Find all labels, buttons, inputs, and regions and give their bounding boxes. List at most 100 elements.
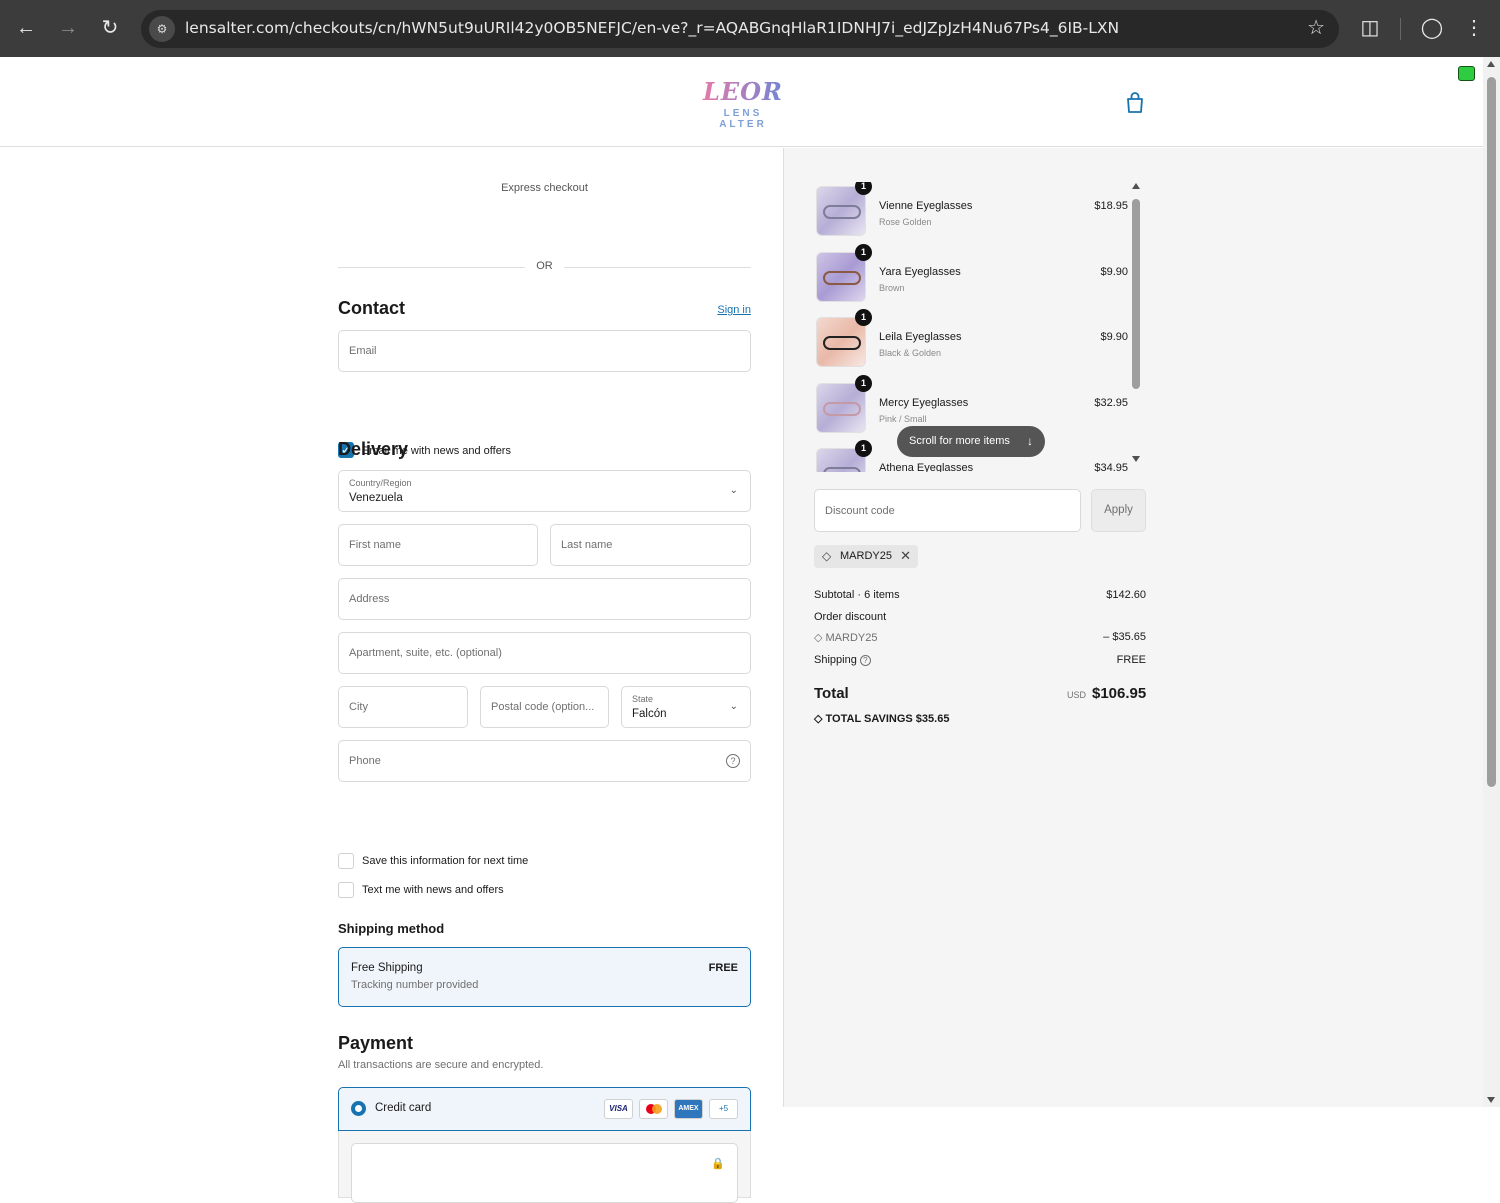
help-icon[interactable]: ? bbox=[726, 754, 740, 768]
cart-item: 1 Vienne Eyeglasses Rose Golden $18.95 bbox=[814, 182, 1128, 238]
cart-scroll-thumb[interactable] bbox=[1132, 199, 1140, 389]
currency-label: USD bbox=[1067, 690, 1087, 700]
quantity-badge: 1 bbox=[855, 309, 872, 326]
card-details-panel: 🔒 bbox=[338, 1131, 751, 1203]
arrow-down-icon: ↓ bbox=[1027, 434, 1033, 448]
address-bar[interactable]: ⚙ lensalter.com/checkouts/cn/hWN5ut9uURI… bbox=[141, 10, 1339, 48]
scroll-down-arrow[interactable] bbox=[1487, 1097, 1495, 1103]
tag-icon: ◇ bbox=[814, 632, 826, 644]
kebab-menu-icon[interactable]: ⋮ bbox=[1460, 14, 1488, 42]
quantity-badge: 1 bbox=[855, 440, 872, 457]
chevron-down-icon: ⌄ bbox=[729, 485, 738, 496]
country-label: Country/Region bbox=[349, 478, 412, 488]
item-variant: Black & Golden bbox=[879, 348, 942, 358]
discount-value: – $35.65 bbox=[1103, 631, 1146, 643]
checkout-page: LEOR LENS ALTER Express checkout OR Cont… bbox=[0, 57, 1483, 1203]
help-icon[interactable]: ? bbox=[859, 655, 871, 666]
postal-code-field[interactable]: Postal code (option... bbox=[480, 686, 609, 728]
cart-item: 1 Yara Eyeglasses Brown $9.90 bbox=[814, 244, 1128, 304]
scroll-for-more-button[interactable]: Scroll for more items ↓ bbox=[897, 426, 1045, 457]
savings-label: TOTAL SAVINGS bbox=[825, 713, 913, 725]
toolbar-divider bbox=[1400, 18, 1401, 40]
item-name: Yara Eyeglasses bbox=[879, 266, 961, 278]
puzzle-icon[interactable]: ◫ bbox=[1356, 14, 1384, 42]
item-name: Mercy Eyeglasses bbox=[879, 397, 969, 409]
scroll-up-arrow[interactable] bbox=[1487, 61, 1495, 67]
order-discount-label: Order discount bbox=[814, 611, 887, 623]
last-name-field[interactable]: Last name bbox=[550, 524, 751, 566]
item-name: Athena Eyeglasses bbox=[879, 462, 974, 472]
savings-value: $35.65 bbox=[915, 713, 950, 725]
save-info-checkbox[interactable] bbox=[338, 853, 354, 869]
page-scrollbar[interactable] bbox=[1483, 57, 1500, 1107]
scroll-up-arrow[interactable] bbox=[1132, 183, 1140, 189]
scroll-hint-label: Scroll for more items bbox=[909, 435, 1010, 447]
reload-icon[interactable]: ↻ bbox=[96, 14, 124, 42]
state-label: State bbox=[632, 694, 654, 704]
item-name: Leila Eyeglasses bbox=[879, 331, 962, 343]
card-number-field[interactable]: 🔒 bbox=[351, 1143, 738, 1203]
delivery-heading: Delivery bbox=[338, 439, 409, 459]
credit-card-label: Credit card bbox=[375, 1102, 432, 1114]
first-name-field[interactable]: First name bbox=[338, 524, 538, 566]
close-icon[interactable]: ✕ bbox=[900, 548, 911, 564]
forward-icon[interactable]: → bbox=[54, 14, 82, 42]
discount-code-placeholder: Discount code bbox=[825, 505, 895, 517]
country-select[interactable]: Country/Region Venezuela ⌄ bbox=[338, 470, 751, 512]
item-price: $34.95 bbox=[1094, 462, 1128, 472]
quantity-badge: 1 bbox=[855, 182, 872, 195]
phone-placeholder: Phone bbox=[349, 755, 381, 767]
star-icon[interactable]: ☆ bbox=[1307, 15, 1325, 40]
extension-status-indicator bbox=[1458, 66, 1475, 81]
url-text[interactable]: lensalter.com/checkouts/cn/hWN5ut9uURIl4… bbox=[185, 19, 1119, 37]
discount-code-field[interactable]: Discount code bbox=[814, 489, 1081, 532]
shopping-bag-icon[interactable] bbox=[1124, 91, 1146, 115]
cart-scrollbar[interactable] bbox=[1130, 180, 1143, 470]
shipping-option-price: FREE bbox=[708, 962, 738, 974]
shipping-label-line: Shipping ? bbox=[814, 654, 871, 666]
discount-code-line: ◇ MARDY25 bbox=[814, 631, 877, 644]
mastercard-icon bbox=[639, 1099, 668, 1119]
sign-in-link[interactable]: Sign in bbox=[717, 304, 751, 316]
payment-option-credit-card[interactable]: Credit card VISA AMEX +5 bbox=[338, 1087, 751, 1131]
scroll-down-arrow[interactable] bbox=[1132, 456, 1140, 462]
logo[interactable]: LEOR LENS ALTER bbox=[700, 77, 786, 130]
state-select[interactable]: State Falcón ⌄ bbox=[621, 686, 751, 728]
discount-code-text: MARDY25 bbox=[825, 632, 878, 644]
email-placeholder: Email bbox=[349, 345, 377, 357]
text-me-checkbox[interactable] bbox=[338, 882, 354, 898]
country-value: Venezuela bbox=[349, 492, 403, 504]
profile-icon[interactable]: ◯ bbox=[1418, 14, 1446, 42]
quantity-badge: 1 bbox=[855, 375, 872, 392]
payment-security-note: All transactions are secure and encrypte… bbox=[338, 1059, 544, 1071]
item-price: $9.90 bbox=[1100, 266, 1128, 278]
site-info-icon[interactable]: ⚙ bbox=[149, 16, 175, 42]
site-header: LEOR LENS ALTER bbox=[0, 57, 1483, 147]
payment-heading: Payment bbox=[338, 1033, 414, 1053]
item-price: $18.95 bbox=[1094, 200, 1128, 212]
divider-line-right bbox=[564, 267, 751, 268]
shipping-option-free[interactable]: Free Shipping Tracking number provided F… bbox=[338, 947, 751, 1007]
quantity-badge: 1 bbox=[855, 244, 872, 261]
total-savings: ◇ TOTAL SAVINGS $35.65 bbox=[814, 712, 949, 725]
address-field[interactable]: Address bbox=[338, 578, 751, 620]
state-value: Falcón bbox=[632, 708, 667, 720]
email-field[interactable]: Email bbox=[338, 330, 751, 372]
credit-card-radio[interactable] bbox=[351, 1101, 366, 1116]
or-divider: OR bbox=[338, 260, 751, 274]
item-variant: Pink / Small bbox=[879, 414, 927, 424]
city-field[interactable]: City bbox=[338, 686, 468, 728]
logo-wordmark: LENS ALTER bbox=[719, 108, 767, 130]
address-placeholder: Address bbox=[349, 593, 390, 605]
apply-discount-button[interactable]: Apply bbox=[1091, 489, 1146, 532]
shipping-option-detail: Tracking number provided bbox=[351, 979, 479, 991]
item-price: $32.95 bbox=[1094, 397, 1128, 409]
express-checkout-label: Express checkout bbox=[501, 182, 588, 194]
apartment-field[interactable]: Apartment, suite, etc. (optional) bbox=[338, 632, 751, 674]
page-scroll-thumb[interactable] bbox=[1487, 77, 1496, 787]
phone-field[interactable]: Phone ? bbox=[338, 740, 751, 782]
back-icon[interactable]: ← bbox=[12, 14, 40, 42]
item-name: Vienne Eyeglasses bbox=[879, 200, 973, 212]
cart-item: 1 Leila Eyeglasses Black & Golden $9.90 bbox=[814, 309, 1128, 369]
or-label: OR bbox=[536, 260, 553, 272]
